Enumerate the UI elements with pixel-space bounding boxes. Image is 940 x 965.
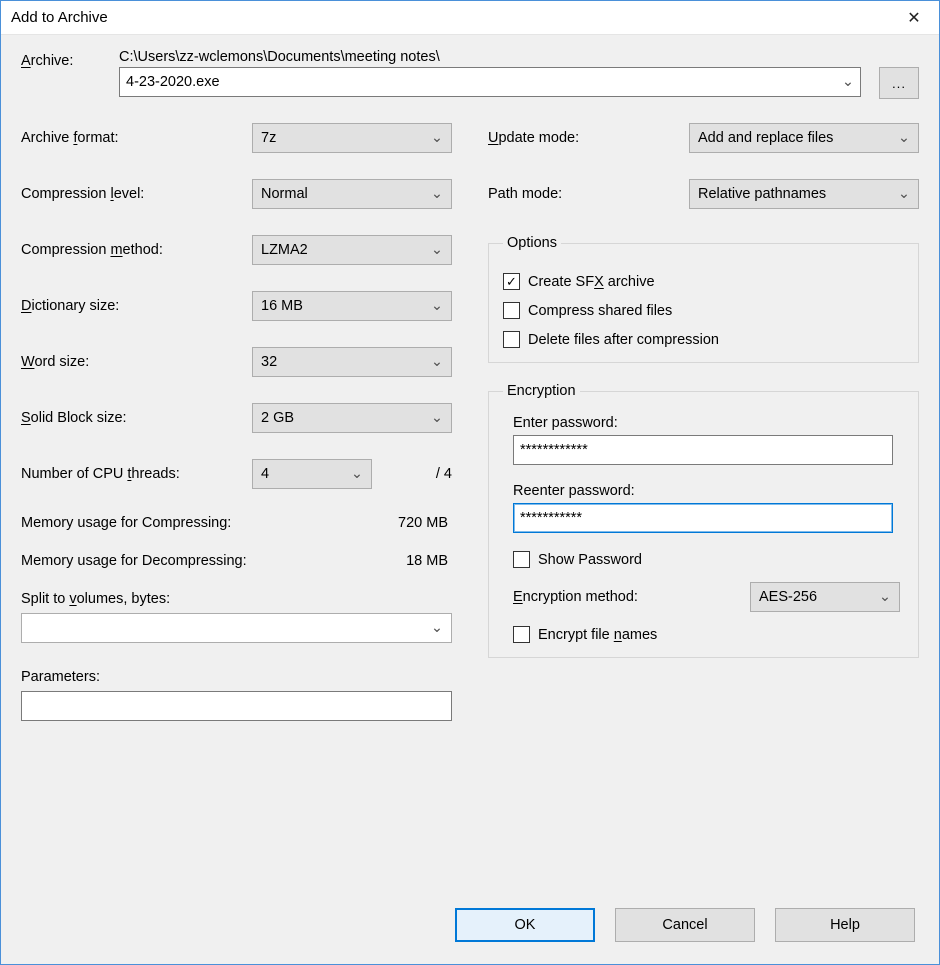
check-encrypt-file-names[interactable]: Encrypt file names — [513, 626, 904, 643]
row-cpu-threads: Number of CPU threads: 4 ⌄ / 4 — [21, 459, 452, 489]
label-enter-password: Enter password: — [513, 415, 904, 431]
chevron-down-icon: ⌄ — [842, 74, 854, 90]
label-encrypt-file-names: Encrypt file names — [538, 627, 657, 643]
label-delete-after: Delete files after compression — [528, 332, 719, 348]
close-button[interactable]: ✕ — [891, 3, 937, 33]
browse-label: ... — [892, 76, 906, 91]
combo-encryption-method[interactable]: AES-256 ⌄ — [750, 582, 900, 612]
checkbox-icon — [513, 626, 530, 643]
checkbox-icon — [503, 273, 520, 290]
checkbox-icon — [503, 302, 520, 319]
label-show-password: Show Password — [538, 552, 642, 568]
ok-button[interactable]: OK — [455, 908, 595, 942]
row-mem-decompress: Memory usage for Decompressing: 18 MB — [21, 553, 452, 569]
archive-path-block: C:\Users\zz-wclemons\Documents\meeting n… — [119, 49, 861, 97]
label-path-mode: Path mode: — [488, 186, 689, 202]
label-sfx: Create SFX archive — [528, 274, 655, 290]
check-compress-shared[interactable]: Compress shared files — [503, 302, 904, 319]
label-mem-decompress: Memory usage for Decompressing: — [21, 553, 247, 569]
combo-compression-method[interactable]: LZMA2 ⌄ — [252, 235, 452, 265]
label-parameters: Parameters: — [21, 669, 452, 685]
checkbox-icon — [503, 331, 520, 348]
combo-solid-block-size[interactable]: 2 GB ⌄ — [252, 403, 452, 433]
chevron-down-icon: ⌄ — [351, 466, 363, 482]
input-reenter-password[interactable] — [513, 503, 893, 533]
row-word-size: Word size: 32 ⌄ — [21, 347, 452, 377]
label-compress-shared: Compress shared files — [528, 303, 672, 319]
titlebar: Add to Archive ✕ — [1, 1, 939, 35]
combo-word-size[interactable]: 32 ⌄ — [252, 347, 452, 377]
label-mem-compress: Memory usage for Compressing: — [21, 515, 231, 531]
browse-button[interactable]: ... — [879, 67, 919, 99]
window-title: Add to Archive — [11, 9, 108, 26]
archive-filename-combo[interactable]: 4-23-2020.exe ⌄ — [119, 67, 861, 97]
input-enter-password[interactable] — [513, 435, 893, 465]
combo-cpu-threads[interactable]: 4 ⌄ — [252, 459, 372, 489]
chevron-down-icon: ⌄ — [898, 130, 910, 146]
archive-filename-value: 4-23-2020.exe — [126, 74, 220, 90]
combo-update-mode[interactable]: Add and replace files ⌄ — [689, 123, 919, 153]
row-path-mode: Path mode: Relative pathnames ⌄ — [488, 179, 919, 209]
row-compression-level: Compression level: Normal ⌄ — [21, 179, 452, 209]
right-column: Update mode: Add and replace files ⌄ Pat… — [488, 123, 919, 721]
chevron-down-icon: ⌄ — [431, 186, 443, 202]
label-word-size: Word size: — [21, 354, 252, 370]
check-sfx[interactable]: Create SFX archive — [503, 273, 904, 290]
chevron-down-icon: ⌄ — [898, 186, 910, 202]
value-mem-compress: 720 MB — [398, 515, 448, 531]
columns: Archive format: 7z ⌄ Compression level: … — [21, 123, 919, 721]
check-show-password[interactable]: Show Password — [513, 551, 904, 568]
left-column: Archive format: 7z ⌄ Compression level: … — [21, 123, 452, 721]
chevron-down-icon: ⌄ — [431, 354, 443, 370]
row-dictionary-size: Dictionary size: 16 MB ⌄ — [21, 291, 452, 321]
label-archive-format: Archive format: — [21, 130, 252, 146]
check-delete-after[interactable]: Delete files after compression — [503, 331, 904, 348]
cpu-threads-max: / 4 — [436, 466, 452, 482]
legend-encryption: Encryption — [503, 383, 580, 399]
chevron-down-icon: ⌄ — [879, 589, 891, 605]
label-update-mode: Update mode: — [488, 130, 689, 146]
row-mem-compress: Memory usage for Compressing: 720 MB — [21, 515, 452, 531]
checkbox-icon — [513, 551, 530, 568]
label-compression-level: Compression level: — [21, 186, 252, 202]
label-dictionary-size: Dictionary size: — [21, 298, 252, 314]
label-reenter-password: Reenter password: — [513, 483, 904, 499]
client-area: Archive: C:\Users\zz-wclemons\Documents\… — [1, 35, 939, 964]
value-mem-decompress: 18 MB — [406, 553, 448, 569]
legend-options: Options — [503, 235, 561, 251]
combo-dictionary-size[interactable]: 16 MB ⌄ — [252, 291, 452, 321]
label-solid-block-size: Solid Block size: — [21, 410, 252, 426]
chevron-down-icon: ⌄ — [431, 410, 443, 426]
combo-compression-level[interactable]: Normal ⌄ — [252, 179, 452, 209]
dialog-window: Add to Archive ✕ Archive: C:\Users\zz-wc… — [0, 0, 940, 965]
row-update-mode: Update mode: Add and replace files ⌄ — [488, 123, 919, 153]
chevron-down-icon: ⌄ — [431, 298, 443, 314]
group-encryption: Encryption Enter password: Reenter passw… — [488, 383, 919, 658]
combo-archive-format[interactable]: 7z ⌄ — [252, 123, 452, 153]
close-icon: ✕ — [907, 8, 920, 28]
row-encryption-method: Encryption method: AES-256 ⌄ — [513, 582, 904, 612]
combo-split-volumes[interactable]: ⌄ — [21, 613, 452, 643]
archive-label: Archive: — [21, 49, 101, 69]
dialog-buttons: OK Cancel Help — [21, 908, 919, 946]
chevron-down-icon: ⌄ — [431, 130, 443, 146]
combo-path-mode[interactable]: Relative pathnames ⌄ — [689, 179, 919, 209]
label-cpu-threads: Number of CPU threads: — [21, 466, 252, 482]
label-encryption-method: Encryption method: — [513, 589, 638, 605]
group-options: Options Create SFX archive Compress shar… — [488, 235, 919, 363]
label-split-volumes: Split to volumes, bytes: — [21, 591, 452, 607]
chevron-down-icon: ⌄ — [431, 620, 443, 636]
archive-row: Archive: C:\Users\zz-wclemons\Documents\… — [21, 49, 919, 99]
row-compression-method: Compression method: LZMA2 ⌄ — [21, 235, 452, 265]
label-compression-method: Compression method: — [21, 242, 252, 258]
archive-directory: C:\Users\zz-wclemons\Documents\meeting n… — [119, 49, 861, 65]
input-parameters[interactable] — [21, 691, 452, 721]
row-solid-block-size: Solid Block size: 2 GB ⌄ — [21, 403, 452, 433]
cancel-button[interactable]: Cancel — [615, 908, 755, 942]
chevron-down-icon: ⌄ — [431, 242, 443, 258]
row-archive-format: Archive format: 7z ⌄ — [21, 123, 452, 153]
help-button[interactable]: Help — [775, 908, 915, 942]
